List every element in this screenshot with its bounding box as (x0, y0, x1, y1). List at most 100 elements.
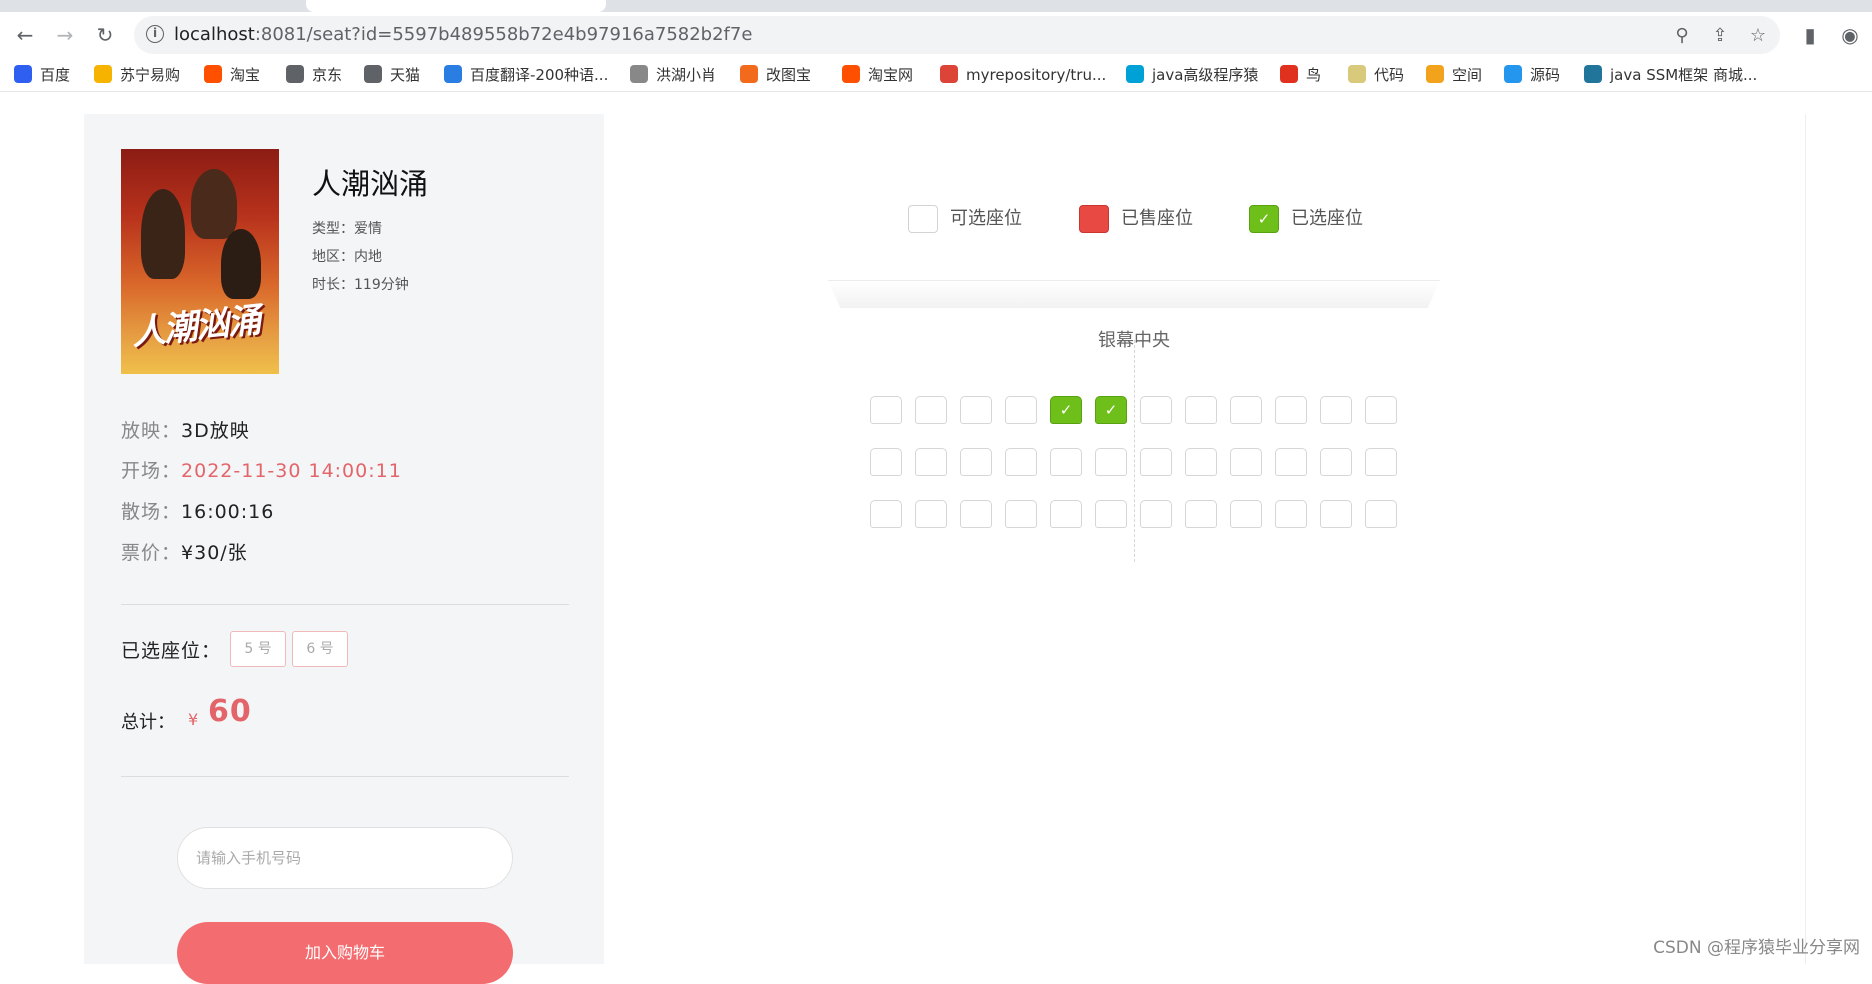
browser-toolbar: ← → ↻ i localhost:8081/seat?id=5597b4895… (0, 12, 1872, 58)
movie-info-panel: 人潮汹涌 人潮汹涌 类型：爱情 地区：内地 时长：119分钟 放映：3D放映 开… (84, 114, 604, 964)
seat-available[interactable] (1140, 448, 1172, 476)
bookmark-star-icon[interactable]: ☆ (1746, 24, 1770, 48)
end-label: 散场： (121, 501, 181, 523)
seat-available[interactable] (1275, 500, 1307, 528)
seat-available[interactable] (1185, 448, 1217, 476)
add-to-cart-button[interactable]: 加入购物车 (177, 922, 513, 984)
bookmark-item[interactable]: 鸟 (1280, 64, 1321, 86)
movie-genre: 类型：爱情 (312, 218, 382, 238)
url-path: :8081/seat?id=5597b489558b72e4b97916a758… (255, 24, 753, 45)
total-label: 总计： (121, 708, 175, 734)
seat-selected[interactable]: ✓ (1095, 396, 1127, 424)
profile-avatar-icon[interactable]: ◉ (1835, 20, 1865, 50)
bookmark-item[interactable]: 代码 (1348, 64, 1404, 86)
side-panel-icon[interactable]: ▮ (1795, 20, 1825, 50)
taobao-icon (842, 65, 860, 83)
selected-seat-tag[interactable]: 5 号 (230, 631, 286, 667)
seat-available[interactable] (1005, 448, 1037, 476)
active-tab[interactable] (306, 0, 606, 12)
bookmark-item[interactable]: 空间 (1426, 64, 1482, 86)
bookmark-item[interactable]: 苏宁易购 (94, 64, 180, 86)
seat-available[interactable] (1185, 396, 1217, 424)
bookmark-item[interactable]: java高级程序猿 (1126, 64, 1258, 86)
seat-available[interactable] (1275, 396, 1307, 424)
seat-available[interactable] (915, 396, 947, 424)
movie-poster: 人潮汹涌 (121, 149, 279, 374)
address-bar[interactable]: i localhost:8081/seat?id=5597b489558b72e… (134, 16, 1780, 54)
url-host: localhost (174, 24, 255, 45)
image-icon (740, 65, 758, 83)
seat-available[interactable] (1185, 500, 1217, 528)
bookmark-item[interactable]: 改图宝 (740, 64, 811, 86)
end-time-row: 散场：16:00:16 (121, 497, 274, 524)
seat-available[interactable] (1005, 500, 1037, 528)
seat-available[interactable] (960, 396, 992, 424)
seat-available[interactable] (1320, 500, 1352, 528)
bookmark-label: 洪湖小肖 (656, 66, 716, 84)
bookmark-item[interactable]: 百度 (14, 64, 70, 86)
seat-available[interactable] (960, 448, 992, 476)
bookmark-item[interactable]: 百度翻译-200种语... (444, 64, 608, 86)
zoom-icon[interactable]: ⚲ (1670, 24, 1694, 48)
total-price: 60 (208, 694, 252, 729)
bookmark-item[interactable]: 淘宝网 (842, 64, 913, 86)
legend-selected-label: 已选座位 (1291, 204, 1363, 234)
bookmark-label: 改图宝 (766, 66, 811, 84)
seat-available[interactable] (870, 500, 902, 528)
seat-available[interactable] (1095, 448, 1127, 476)
seat-available[interactable] (1005, 396, 1037, 424)
sold-seat-icon (1079, 205, 1109, 233)
price-value: ¥30/张 (181, 542, 248, 564)
qzone-icon (1426, 65, 1444, 83)
share-icon[interactable]: ⇪ (1708, 24, 1732, 48)
bookmark-label: 淘宝网 (868, 66, 913, 84)
bookmark-item[interactable]: 源码 (1504, 64, 1560, 86)
url-text[interactable]: localhost:8081/seat?id=5597b489558b72e4b… (174, 16, 752, 54)
seat-available[interactable] (1275, 448, 1307, 476)
seat-available[interactable] (1140, 500, 1172, 528)
bookmark-label: myrepository/tru... (966, 66, 1106, 84)
seat-selected[interactable]: ✓ (1050, 396, 1082, 424)
price-row: 票价：¥30/张 (121, 538, 248, 565)
seat-available[interactable] (1320, 448, 1352, 476)
seat-available[interactable] (1365, 448, 1397, 476)
selected-seat-tag[interactable]: 6 号 (292, 631, 348, 667)
reload-icon[interactable]: ↻ (90, 20, 120, 50)
format-label: 放映： (121, 420, 181, 442)
bird-icon (630, 65, 648, 83)
seat-available[interactable] (870, 448, 902, 476)
bookmark-item[interactable]: 洪湖小肖 (630, 64, 716, 86)
seat-available[interactable] (1365, 500, 1397, 528)
moon-icon (1348, 65, 1366, 83)
back-arrow-icon[interactable]: ← (10, 20, 40, 50)
bookmark-label: 天猫 (390, 66, 420, 84)
bookmark-item[interactable]: 天猫 (364, 64, 420, 86)
divider-top (121, 604, 569, 605)
forward-arrow-icon[interactable]: → (50, 20, 80, 50)
seat-available[interactable] (1230, 500, 1262, 528)
site-info-icon[interactable]: i (146, 25, 164, 43)
bookmark-label: java SSM框架 商城... (1610, 66, 1757, 84)
bookmark-item[interactable]: java SSM框架 商城... (1584, 64, 1757, 86)
seat-available[interactable] (915, 500, 947, 528)
seat-available[interactable] (1050, 448, 1082, 476)
phone-input[interactable] (177, 827, 513, 889)
seat-available[interactable] (870, 396, 902, 424)
bookmark-item[interactable]: 京东 (286, 64, 342, 86)
seat-available[interactable] (1365, 396, 1397, 424)
seat-available[interactable] (1095, 500, 1127, 528)
seat-available[interactable] (1230, 396, 1262, 424)
start-label: 开场： (121, 460, 181, 482)
bookmark-item[interactable]: 淘宝 (204, 64, 260, 86)
seat-available[interactable] (1140, 396, 1172, 424)
seat-available[interactable] (1320, 396, 1352, 424)
selected-seat-icon: ✓ (1249, 205, 1279, 233)
seat-available[interactable] (1230, 448, 1262, 476)
seat-available[interactable] (1050, 500, 1082, 528)
seat-available[interactable] (960, 500, 992, 528)
seat-available[interactable] (915, 448, 947, 476)
bookmark-label: 百度 (40, 66, 70, 84)
bookmark-item[interactable]: myrepository/tru... (940, 64, 1106, 86)
bookmark-label: 淘宝 (230, 66, 260, 84)
bilibili-icon (1126, 65, 1144, 83)
